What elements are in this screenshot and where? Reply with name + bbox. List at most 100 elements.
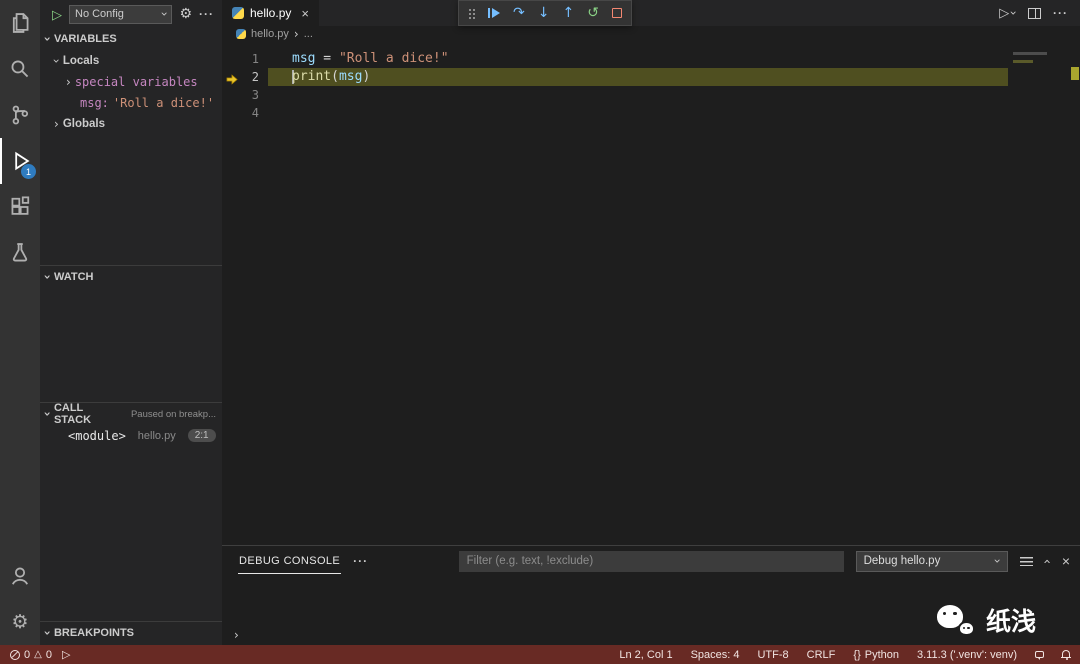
- debug-badge: 1: [21, 164, 36, 179]
- console-filter-input[interactable]: [458, 550, 844, 572]
- cursor-position[interactable]: Ln 2, Col 1: [619, 649, 672, 661]
- debug-sidebar: ▷ No Config › ⚙ ··· › VARIABLES › Locals: [40, 0, 222, 645]
- language-mode[interactable]: {} Python: [853, 649, 899, 661]
- debug-config-dropdown[interactable]: No Config ›: [69, 4, 173, 24]
- step-into-icon[interactable]: ↓: [538, 6, 550, 20]
- variable-value: 'Roll a dice!': [112, 95, 215, 110]
- python-interpreter[interactable]: 3.11.3 ('.venv': venv): [917, 649, 1017, 661]
- gutter-line-2[interactable]: 2: [222, 68, 268, 86]
- search-icon[interactable]: [0, 46, 40, 92]
- explorer-icon[interactable]: [0, 0, 40, 46]
- stack-frame-row[interactable]: <module> hello.py 2:1: [40, 425, 222, 446]
- indentation[interactable]: Spaces: 4: [691, 649, 740, 661]
- code-line-1: 1 msg = "Roll a dice!": [222, 50, 1008, 68]
- watch-title: WATCH: [53, 271, 94, 283]
- errors-icon: [10, 649, 20, 660]
- warnings-count: 0: [45, 648, 52, 661]
- variables-title: VARIABLES: [53, 33, 117, 45]
- debug-session-dropdown[interactable]: Debug hello.py ›: [855, 550, 1008, 572]
- tab-hello-py[interactable]: hello.py ×: [222, 0, 319, 26]
- token-variable: msg: [292, 51, 316, 66]
- breadcrumb[interactable]: hello.py › ...: [222, 26, 1080, 42]
- chevron-down-icon: ›: [40, 274, 55, 280]
- tab-debug-console[interactable]: DEBUG CONSOLE: [238, 548, 342, 574]
- code-line-4: 4: [222, 104, 1008, 122]
- debug-config-label: No Config: [75, 8, 124, 20]
- overview-ruler: [1070, 42, 1080, 545]
- activity-bar: 1 ⚙: [0, 0, 40, 645]
- run-debug-icon[interactable]: 1: [0, 138, 40, 184]
- status-bar: 0 △ 0 ▷ Ln 2, Col 1 Spaces: 4 UTF-8 CRLF…: [0, 645, 1080, 664]
- maximize-panel-icon[interactable]: ›: [1040, 558, 1055, 563]
- breakpoints-title: BREAKPOINTS: [53, 627, 135, 639]
- console-options-icon[interactable]: [1019, 556, 1033, 566]
- restart-icon[interactable]: ↺: [587, 6, 599, 20]
- debug-session-label: Debug hello.py: [863, 555, 941, 567]
- testing-icon[interactable]: [0, 230, 40, 276]
- more-editor-actions-icon[interactable]: ···: [1053, 6, 1068, 20]
- special-variables-row[interactable]: › special variables: [40, 71, 222, 92]
- breakpoints-header[interactable]: › BREAKPOINTS: [40, 622, 222, 644]
- python-file-icon: [236, 29, 246, 39]
- debug-gear-icon[interactable]: ⚙: [179, 6, 192, 22]
- minimap[interactable]: [1008, 42, 1070, 545]
- globals-row[interactable]: › Globals: [40, 113, 222, 134]
- breadcrumb-separator-icon: ›: [293, 27, 299, 41]
- close-panel-icon[interactable]: ×: [1062, 553, 1070, 569]
- editor-group: hello.py × ▷ › ··· ↷ ↓ ↑ ↺ hello.py › ..…: [222, 0, 1080, 645]
- variables-header[interactable]: › VARIABLES: [40, 28, 222, 50]
- errors-count: 0: [24, 648, 31, 661]
- minimap-current-line-mark: [1013, 60, 1033, 63]
- eol-sequence[interactable]: CRLF: [807, 649, 836, 661]
- close-tab-icon[interactable]: ×: [301, 6, 309, 21]
- code-lines: 1 msg = "Roll a dice!" 2 print(msg) 3 4: [222, 42, 1008, 545]
- watch-pane: › WATCH: [40, 265, 222, 402]
- debug-status-icon[interactable]: ▷: [62, 648, 70, 661]
- run-python-file-button[interactable]: ▷ ›: [999, 6, 1020, 21]
- settings-gear-icon[interactable]: ⚙: [0, 599, 40, 645]
- token-argument: msg: [338, 69, 363, 84]
- locals-row[interactable]: › Locals: [40, 50, 222, 71]
- encoding[interactable]: UTF-8: [757, 649, 788, 661]
- stop-icon[interactable]: [611, 8, 622, 18]
- variable-msg-row[interactable]: msg: 'Roll a dice!': [40, 92, 222, 113]
- gutter-line-4[interactable]: 4: [222, 104, 268, 122]
- watermark-text: 纸浅: [985, 607, 1036, 636]
- notifications-bell-icon[interactable]: [1061, 650, 1071, 660]
- extensions-icon[interactable]: [0, 184, 40, 230]
- debug-toolbar: ↷ ↓ ↑ ↺: [458, 0, 632, 26]
- more-actions-icon[interactable]: ···: [199, 7, 214, 21]
- console-filter: [458, 550, 844, 572]
- special-variables-label: special variables: [74, 74, 198, 89]
- start-debugging-icon[interactable]: ▷: [52, 8, 62, 21]
- call-stack-header[interactable]: › CALL STACK Paused on breakp...: [40, 403, 222, 426]
- breakpoints-pane: › BREAKPOINTS: [40, 621, 222, 645]
- feedback-icon[interactable]: [1035, 651, 1044, 660]
- gutter-line-3[interactable]: 3: [222, 86, 268, 104]
- panel-header: DEBUG CONSOLE ··· Debug hello.py › › ×: [222, 546, 1080, 576]
- continue-icon[interactable]: [488, 8, 500, 18]
- code-editor[interactable]: 1 msg = "Roll a dice!" 2 print(msg) 3 4: [222, 42, 1080, 545]
- step-out-icon[interactable]: ↑: [562, 6, 574, 20]
- breadcrumb-file: hello.py: [251, 28, 289, 40]
- panel-more-actions-icon[interactable]: ···: [353, 554, 368, 568]
- accounts-icon[interactable]: [0, 553, 40, 599]
- paused-status: Paused on breakp...: [130, 408, 216, 420]
- step-over-icon[interactable]: ↷: [513, 6, 525, 20]
- source-control-icon[interactable]: [0, 92, 40, 138]
- watermark: 纸浅: [936, 602, 1036, 638]
- code-line-3: 3: [222, 86, 1008, 104]
- braces-icon: {}: [853, 648, 861, 661]
- gutter-line-1[interactable]: 1: [222, 50, 268, 68]
- problems-status[interactable]: 0 △ 0: [10, 649, 52, 661]
- breadcrumb-more: ...: [303, 28, 313, 40]
- warnings-icon: △: [34, 648, 42, 660]
- editor-actions: ▷ › ···: [999, 6, 1080, 21]
- python-file-icon: [232, 7, 244, 19]
- split-editor-icon[interactable]: [1028, 7, 1041, 19]
- watch-header[interactable]: › WATCH: [40, 266, 222, 288]
- token-string: "Roll a dice!": [338, 51, 449, 66]
- vscode-window: 1 ⚙ ▷ No Config › ⚙ ··· › VARIABLES › Lo…: [0, 0, 1080, 664]
- drag-handle-icon[interactable]: [468, 7, 475, 19]
- frame-file: hello.py: [137, 429, 176, 442]
